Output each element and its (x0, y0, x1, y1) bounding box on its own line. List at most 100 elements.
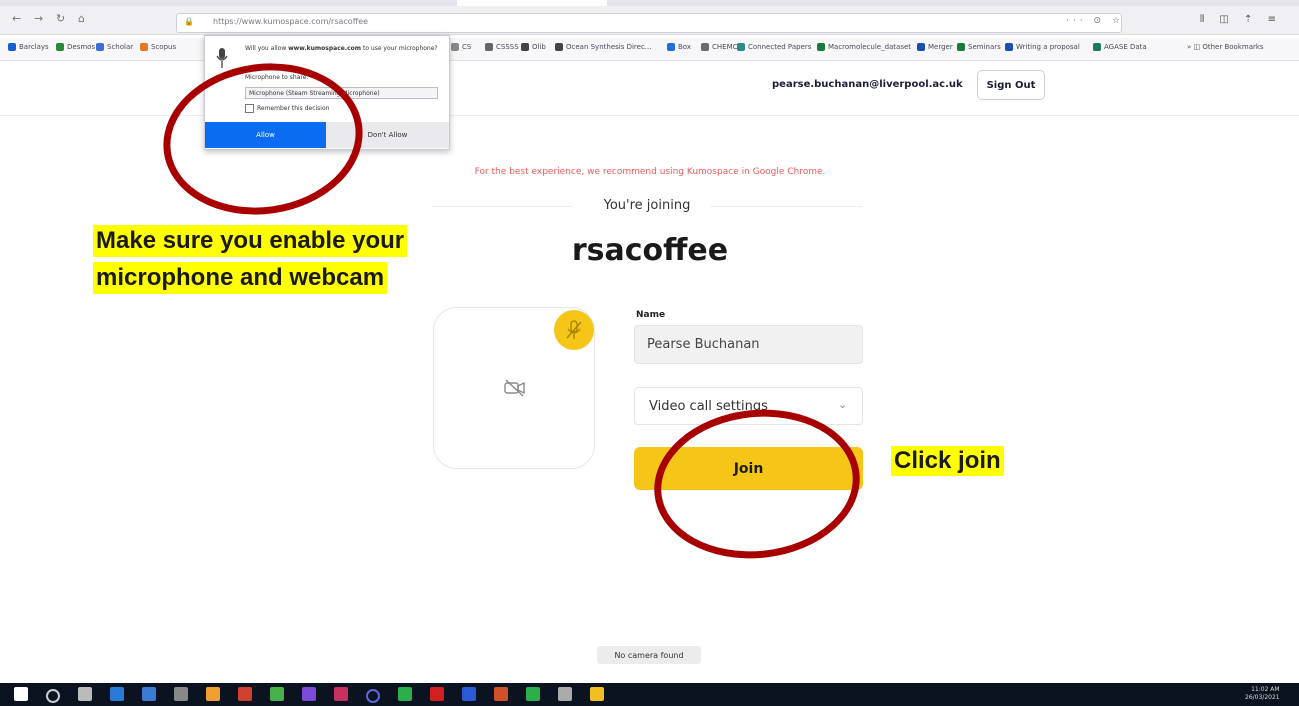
bookmark-label: CSSSS (496, 43, 519, 51)
bookmark-label: Seminars (968, 43, 1001, 51)
tool-icon[interactable] (238, 687, 252, 701)
bookmark-label: CS (462, 43, 472, 51)
bookmark-item[interactable]: Desmos (56, 43, 95, 51)
bookmark-icon (555, 43, 563, 51)
reload-icon[interactable]: ↻ (56, 12, 65, 25)
bookmark-item[interactable]: Ocean Synthesis Direc... (555, 43, 651, 51)
circle-icon[interactable] (366, 689, 380, 703)
mail-icon[interactable] (142, 687, 156, 701)
bookmark-icon (8, 43, 16, 51)
bookmark-label: Scopus (151, 43, 177, 51)
microphone-toggle[interactable] (554, 310, 594, 350)
bookmark-item[interactable]: Macromolecule_dataset (817, 43, 911, 51)
spotify-icon[interactable] (398, 687, 412, 701)
bookmark-icon (737, 43, 745, 51)
bookmark-label: Desmos (67, 43, 96, 51)
lock-icon: 🔒 (184, 17, 194, 26)
git-icon[interactable] (174, 687, 188, 701)
bookmark-icon (521, 43, 529, 51)
name-input[interactable] (634, 325, 863, 364)
browser-recommendation: For the best experience, we recommend us… (474, 167, 826, 177)
windows-start-icon[interactable] (14, 687, 28, 701)
windows-taskbar (0, 683, 1299, 706)
bookmark-label: AGASE Data (1104, 43, 1147, 51)
annotation-enable-line2: microphone and webcam (93, 262, 388, 294)
bookmark-item[interactable]: Olib (521, 43, 546, 51)
forward-icon[interactable]: → (34, 12, 43, 25)
bookmark-icon (1005, 43, 1013, 51)
home-icon[interactable]: ⌂ (78, 12, 85, 25)
bookmark-icon (667, 43, 675, 51)
bookmark-icon (485, 43, 493, 51)
bookmark-label: Olib (532, 43, 546, 51)
bookmark-icon (56, 43, 64, 51)
joining-label: You're joining (603, 198, 691, 213)
microphone-icon (216, 47, 228, 69)
bookmark-item[interactable]: CHEMC (701, 43, 738, 51)
word-icon[interactable] (462, 687, 476, 701)
divider (710, 206, 862, 207)
active-tab[interactable] (457, 0, 607, 6)
annotation-click-join: Click join (891, 446, 1004, 476)
bookmark-item[interactable]: CSSSS (485, 43, 519, 51)
bookmark-item[interactable]: AGASE Data (1093, 43, 1147, 51)
bookmarks-bar: Barclays Desmos Scholar Scopus CS CSSSS Olib Oc… (0, 38, 1299, 61)
chrome-icon[interactable] (590, 687, 604, 701)
task-view-icon[interactable] (78, 687, 92, 701)
divider (432, 206, 572, 207)
bookmark-icon (701, 43, 709, 51)
room-name: rsacoffee (571, 233, 729, 268)
bookmark-label: Macromolecule_dataset (828, 43, 912, 51)
browser-menu-icons[interactable]: ⫴ ◫ ⇡ ≡ (1200, 14, 1282, 25)
app-icon[interactable] (334, 687, 348, 701)
bookmark-icon (917, 43, 925, 51)
store-icon[interactable] (110, 687, 124, 701)
search-icon[interactable] (46, 689, 60, 703)
bookmark-label: CHEMC (712, 43, 738, 51)
taskbar-clock[interactable]: 11:02 AM 26/03/2021 (1245, 686, 1280, 702)
green-icon[interactable] (526, 687, 540, 701)
name-label: Name (636, 310, 666, 320)
bookmark-item[interactable]: Scopus (140, 43, 176, 51)
microphone-icon (566, 320, 582, 339)
bookmark-item[interactable]: CS (451, 43, 471, 51)
bookmark-icon (817, 43, 825, 51)
bookmark-label: Box (678, 43, 692, 51)
bookmark-icon (140, 43, 148, 51)
powerpoint-icon[interactable] (494, 687, 508, 701)
bookmark-label: Ocean Synthesis Direc... (566, 43, 652, 51)
permission-question: Will you allow www.kumospace.com to use … (245, 45, 438, 52)
sign-out-button[interactable]: Sign Out (977, 70, 1045, 100)
image-icon[interactable] (270, 687, 284, 701)
bookmark-item[interactable]: Box (667, 43, 691, 51)
url-text: https://www.kumospace.com/rsacoffee (213, 17, 369, 26)
files-icon[interactable] (206, 687, 220, 701)
bookmark-icon (957, 43, 965, 51)
bookmark-label: Merger (928, 43, 953, 51)
bookmark-item[interactable]: Writing a proposal (1005, 43, 1080, 51)
user-email: pearse.buchanan@liverpool.ac.uk (772, 79, 963, 90)
bookmark-label: Barclays (19, 43, 49, 51)
tab-strip (0, 0, 1299, 6)
bookmark-icon (451, 43, 459, 51)
acrobat-icon[interactable] (430, 687, 444, 701)
bookmark-icon (1093, 43, 1101, 51)
chevron-down-icon: ⌄ (838, 398, 848, 411)
bookmark-item[interactable]: Merger (917, 43, 953, 51)
vs-icon[interactable] (302, 687, 316, 701)
camera-off-icon (504, 378, 526, 402)
bookmark-label: Writing a proposal (1016, 43, 1080, 51)
bookmark-item[interactable]: Seminars (957, 43, 1001, 51)
settings-icon[interactable] (558, 687, 572, 701)
back-icon[interactable]: ← (12, 12, 21, 25)
bookmark-icon (96, 43, 104, 51)
page-actions-icon[interactable]: ··· ⊙ ☆ (1066, 16, 1124, 26)
bookmark-label: Connected Papers (748, 43, 812, 51)
no-camera-toast: No camera found (597, 646, 701, 664)
annotation-enable-line1: Make sure you enable your (93, 225, 408, 257)
bookmark-item[interactable]: Barclays (8, 43, 49, 51)
bookmark-item[interactable]: Connected Papers (737, 43, 811, 51)
other-bookmarks[interactable]: » ◫ Other Bookmarks (1187, 43, 1264, 51)
bookmark-item[interactable]: Scholar (96, 43, 133, 51)
address-bar[interactable]: 🔒 https://www.kumospace.com/rsacoffee (176, 13, 1122, 33)
